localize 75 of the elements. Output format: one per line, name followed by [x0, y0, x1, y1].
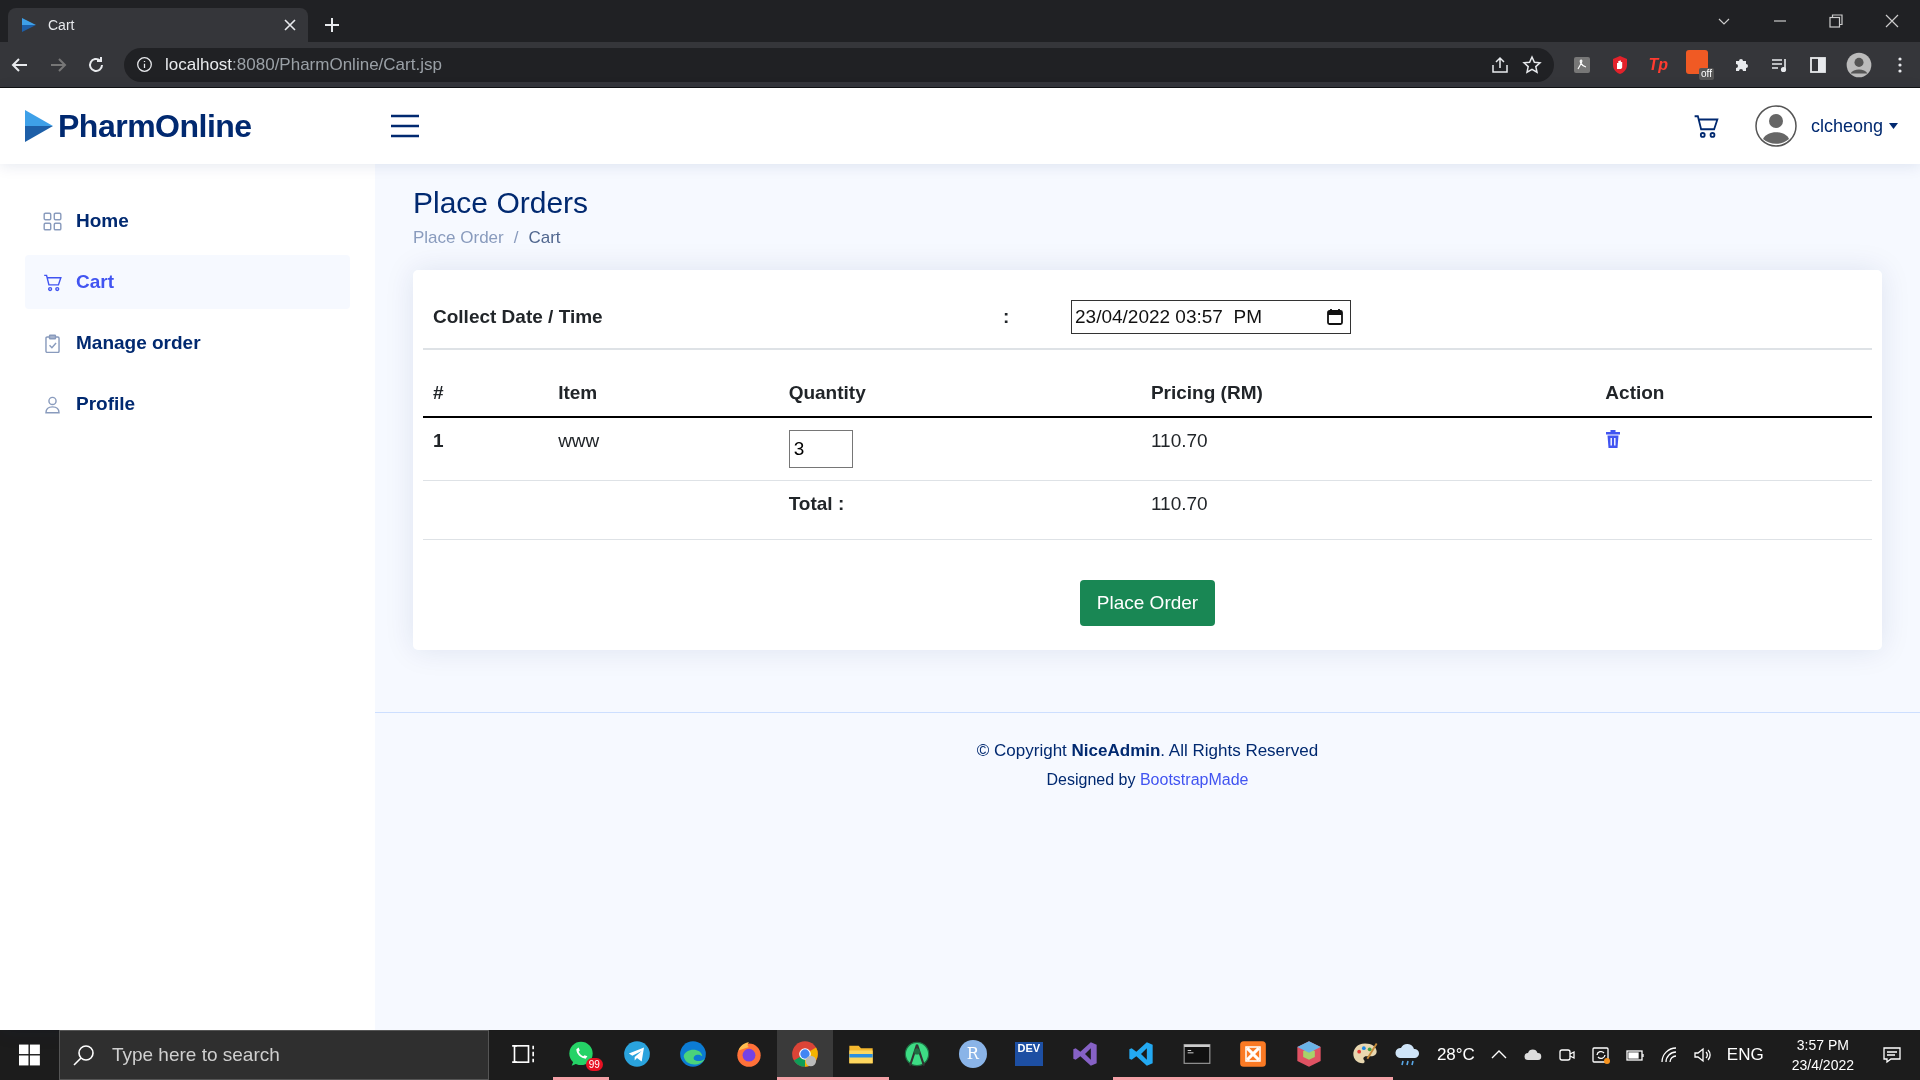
- column-header: Pricing (RM): [1140, 350, 1596, 417]
- reload-icon[interactable]: [86, 54, 106, 75]
- designer-credit: Designed by BootstrapMade: [1046, 771, 1249, 789]
- cube-icon[interactable]: [1294, 1039, 1323, 1068]
- logo-icon: [20, 17, 38, 33]
- wifi-icon[interactable]: [1658, 1045, 1679, 1065]
- restore-icon[interactable]: [1829, 14, 1843, 28]
- dev-logo-icon[interactable]: DEV: [1014, 1041, 1043, 1066]
- copyright-text: © Copyright NiceAdmin. All Rights Reserved: [976, 741, 1319, 761]
- grid-icon: [43, 211, 62, 231]
- person-icon: [43, 394, 62, 414]
- windows-logo-icon[interactable]: [19, 1044, 40, 1066]
- designer-link[interactable]: BootstrapMade: [1139, 771, 1249, 788]
- calendar-icon[interactable]: [1326, 308, 1344, 326]
- sidebar-item[interactable]: Profile: [25, 377, 350, 431]
- sidebar-item[interactable]: Cart: [25, 255, 350, 309]
- close-icon[interactable]: [284, 19, 296, 31]
- wave-circle-icon[interactable]: [678, 1039, 707, 1068]
- menu-icon[interactable]: [390, 113, 420, 139]
- notification-icon[interactable]: [1882, 1045, 1902, 1065]
- fox-globe-icon[interactable]: [734, 1039, 763, 1068]
- info-icon[interactable]: [136, 56, 153, 73]
- taskbar-app[interactable]: [776, 1030, 833, 1080]
- table-cell: 110.70: [1140, 417, 1596, 481]
- user-menu[interactable]: clcheong: [1810, 115, 1898, 137]
- breadcrumb-item: Cart: [528, 228, 561, 248]
- column-header: #: [423, 350, 549, 417]
- avatar-icon[interactable]: [1754, 105, 1797, 147]
- star-icon[interactable]: [1522, 54, 1543, 75]
- close-icon[interactable]: [1885, 14, 1899, 28]
- temperature-text[interactable]: 28°C: [1436, 1045, 1475, 1065]
- quantity-field[interactable]: 3: [788, 430, 853, 468]
- language-indicator[interactable]: ENG: [1726, 1045, 1764, 1065]
- sidebar-item[interactable]: Home: [25, 194, 350, 248]
- browser-tab[interactable]: Cart: [8, 8, 308, 42]
- notification-badge: 99: [585, 1058, 603, 1071]
- logo-icon[interactable]: [24, 109, 54, 143]
- total-label: Total :: [778, 480, 1141, 540]
- plus-icon[interactable]: [324, 17, 340, 33]
- document-icon[interactable]: [1572, 54, 1593, 75]
- label-separator: :: [1003, 306, 1011, 328]
- clipboard-icon: [43, 333, 62, 353]
- column-header: Quantity: [778, 350, 1141, 417]
- search-icon: [72, 1044, 95, 1066]
- cart-icon[interactable]: [1692, 113, 1719, 139]
- cart-icon: [43, 272, 62, 292]
- taskbar-app[interactable]: 99: [552, 1030, 609, 1080]
- table-cell: 1: [423, 417, 549, 481]
- logo-text[interactable]: PharmOnline: [58, 107, 252, 145]
- sidebar-item[interactable]: Manage order: [25, 316, 350, 370]
- column-header: Action: [1595, 350, 1872, 417]
- paper-plane-icon[interactable]: [622, 1039, 651, 1068]
- sync-icon[interactable]: [1590, 1045, 1611, 1065]
- taskbar-app[interactable]: DEV: [1000, 1030, 1057, 1080]
- cross-square-icon[interactable]: [1238, 1039, 1267, 1068]
- total-value: 110.70: [1140, 480, 1596, 540]
- side-panel-icon[interactable]: [1808, 54, 1828, 75]
- browser-logo-icon[interactable]: [790, 1039, 819, 1068]
- address-bar[interactable]: localhost:8080/PharmOnline/Cart.jsp: [124, 47, 1555, 82]
- trash-icon[interactable]: [1605, 430, 1622, 448]
- date-time-field[interactable]: 23/04/2022 03:57 PM: [1071, 300, 1351, 334]
- breadcrumb-separator: /: [513, 228, 519, 248]
- tab-title: Cart: [48, 17, 76, 33]
- clock[interactable]: 3:57 PM 23/4/2022: [1791, 1037, 1854, 1073]
- taskbar-search-field[interactable]: Type here to search: [58, 1030, 489, 1080]
- share-icon[interactable]: [1490, 54, 1511, 75]
- column-header: Item: [548, 350, 779, 417]
- speaker-icon[interactable]: [1692, 1045, 1713, 1065]
- page-title: Place Orders: [413, 186, 590, 220]
- caret-icon[interactable]: [1889, 123, 1898, 129]
- field-label: Collect Date / Time: [433, 306, 604, 328]
- compass-robot-icon[interactable]: [902, 1039, 931, 1068]
- table-cell: www: [548, 417, 779, 481]
- place-order-button[interactable]: Place Order: [1079, 580, 1216, 626]
- avatar-icon[interactable]: [1846, 51, 1872, 78]
